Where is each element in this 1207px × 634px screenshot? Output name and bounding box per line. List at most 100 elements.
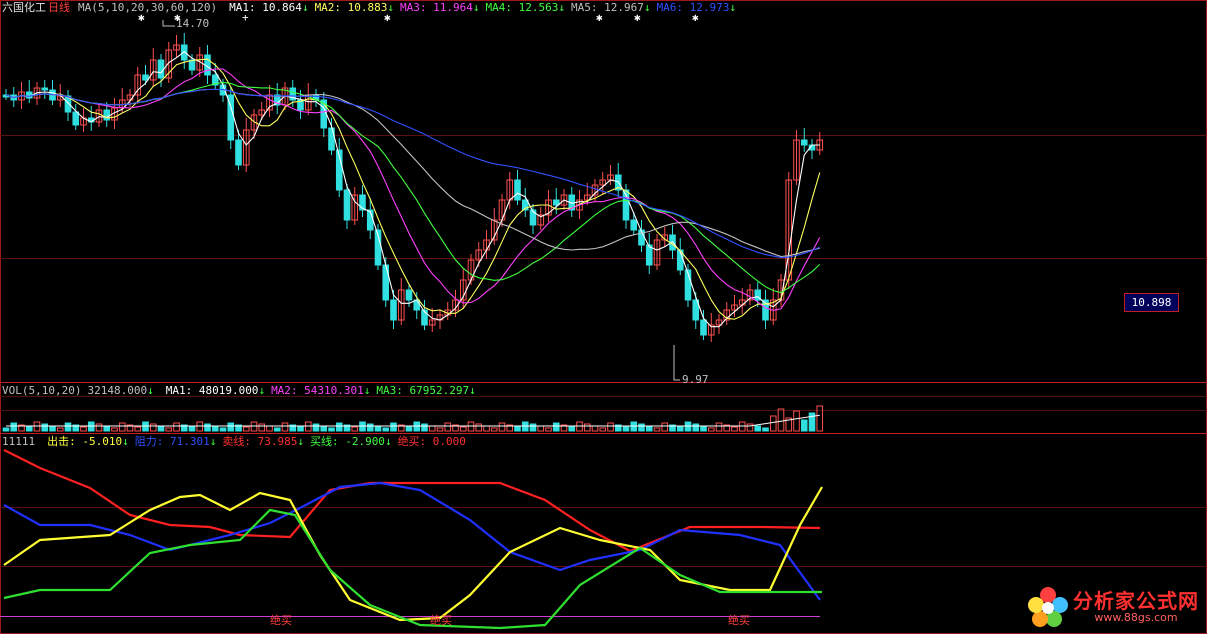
ma-value-1: MA1: 10.864↓ — [229, 1, 309, 14]
volume-params: VOL(5,10,20) — [2, 384, 82, 397]
volume-bar — [599, 427, 607, 432]
volume-bar — [2, 427, 10, 432]
volume-bar — [545, 427, 552, 432]
candle-body — [235, 139, 242, 166]
candle-body — [41, 87, 49, 91]
volume-bar — [638, 423, 645, 432]
chart-canvas[interactable]: 14.709.97✱ ✱ ✱ ✱ ✱ ✱+绝买 绝买 绝买 — [0, 0, 1207, 634]
candle-body — [343, 189, 351, 221]
chart-frame — [0, 0, 1207, 634]
volume-bar — [204, 423, 211, 432]
volume-bar — [258, 423, 266, 432]
volume-bar — [769, 415, 777, 432]
volume-bar — [777, 408, 785, 432]
volume-bar — [95, 423, 103, 432]
volume-bar — [297, 426, 304, 432]
volume-bar — [312, 423, 320, 432]
volume-bar — [529, 423, 537, 432]
ma-params: MA(5,10,20,30,60,120) — [78, 1, 218, 14]
volume-bar — [374, 425, 382, 432]
volume-bar — [537, 425, 545, 432]
ma-value-3: MA3: 11.964↓ — [400, 1, 480, 14]
volume-bar — [382, 427, 390, 432]
absolute-buy-signal-label: 绝买 — [728, 613, 750, 627]
ma-value-5: MA5: 12.967↓ — [571, 1, 651, 14]
volume-bar — [421, 423, 428, 432]
volume-bar — [149, 423, 157, 432]
indicator-value-1: 出击: -5.010↓ — [47, 435, 129, 448]
candle-body — [157, 59, 165, 79]
candle-body — [180, 44, 188, 61]
moving-average-line — [5, 88, 820, 258]
candle-body — [630, 219, 638, 231]
indicator-attack-line — [3, 486, 823, 622]
stock-title: 六国化工 — [2, 1, 46, 14]
candle-body — [390, 299, 397, 321]
absolute-buy-signal-label: 绝买 — [270, 613, 292, 627]
volume-bar — [676, 426, 684, 432]
volume-bar — [173, 422, 180, 432]
indicator-header: 11111 出击: -5.010↓ 阻力: 71.301↓ 卖线: 73.985↓ 买线… — [2, 435, 472, 448]
volume-value: 32148.000↓ — [87, 384, 154, 397]
volume-bar — [715, 422, 723, 432]
volume-bar — [483, 425, 490, 432]
ma-value-2: MA2: 10.883↓ — [314, 1, 395, 14]
volume-bar — [366, 423, 374, 432]
volume-bar — [188, 426, 196, 432]
high-price-label: 14.70 — [176, 17, 209, 30]
volume-bar — [103, 425, 111, 432]
volume-bar — [816, 405, 824, 432]
volume-bar — [498, 422, 506, 432]
candle-body — [382, 264, 390, 301]
volume-bar — [118, 422, 126, 432]
candle-body — [328, 127, 335, 151]
candle-body — [800, 139, 808, 146]
flower-icon — [1028, 587, 1068, 627]
volume-bar — [281, 422, 289, 432]
volume-bar — [335, 422, 343, 432]
volume-bar — [219, 427, 227, 432]
volume-bar — [227, 422, 235, 432]
indicator-value-3: 卖线: 73.985↓ — [222, 435, 304, 448]
volume-header: VOL(5,10,20) 32148.000↓ MA1: 48019.000↓ MA2… — [2, 384, 482, 397]
volume-bar — [645, 425, 653, 432]
volume-bar — [273, 427, 281, 432]
candle-body — [72, 111, 80, 126]
volume-bar — [731, 426, 738, 432]
volume-bar — [80, 426, 87, 432]
ma-value-list: MA1: 10.864↓ MA2: 10.883↓ MA3: 11.964↓ MA4:… — [223, 1, 736, 14]
volume-bar — [762, 427, 769, 432]
current-price-tag: 10.898 — [1124, 293, 1179, 312]
volume-bar — [428, 425, 436, 432]
volume-bar — [661, 422, 669, 432]
volume-ma-list: MA1: 48019.000↓ MA2: 54310.301↓ MA3: 67952… — [160, 384, 476, 397]
site-logo: 分析家公式网 www.88gs.com — [1027, 586, 1199, 628]
volume-bar — [111, 427, 118, 432]
indicator-value-2: 阻力: 71.301↓ — [134, 435, 217, 448]
volume-bar — [10, 422, 18, 432]
volume-bar — [320, 425, 328, 432]
volume-bar — [266, 425, 273, 432]
absolute-buy-signal-label: 绝买 — [430, 613, 452, 627]
indicator-name: 11111 — [2, 435, 36, 448]
volume-bar — [165, 427, 173, 432]
volume-bar — [568, 426, 576, 432]
candle-body — [514, 179, 521, 201]
volume-bar — [211, 425, 219, 432]
volume-bar — [405, 426, 413, 432]
volume-bar — [242, 426, 250, 432]
low-marker — [673, 345, 680, 381]
volume-bar — [49, 425, 56, 432]
volume-bar — [746, 423, 754, 432]
candle-body — [405, 289, 413, 301]
volume-ma-value-2: MA2: 54310.301↓ — [271, 384, 371, 397]
volume-bar — [490, 427, 498, 432]
volume-bar — [653, 427, 661, 432]
volume-bar — [475, 423, 483, 432]
low-price-label: 9.97 — [682, 373, 709, 386]
volume-bar — [157, 425, 165, 432]
volume-bar — [591, 425, 599, 432]
candle-body — [413, 299, 421, 311]
logo-name: 分析家公式网 — [1073, 589, 1199, 613]
volume-bar — [436, 427, 444, 432]
